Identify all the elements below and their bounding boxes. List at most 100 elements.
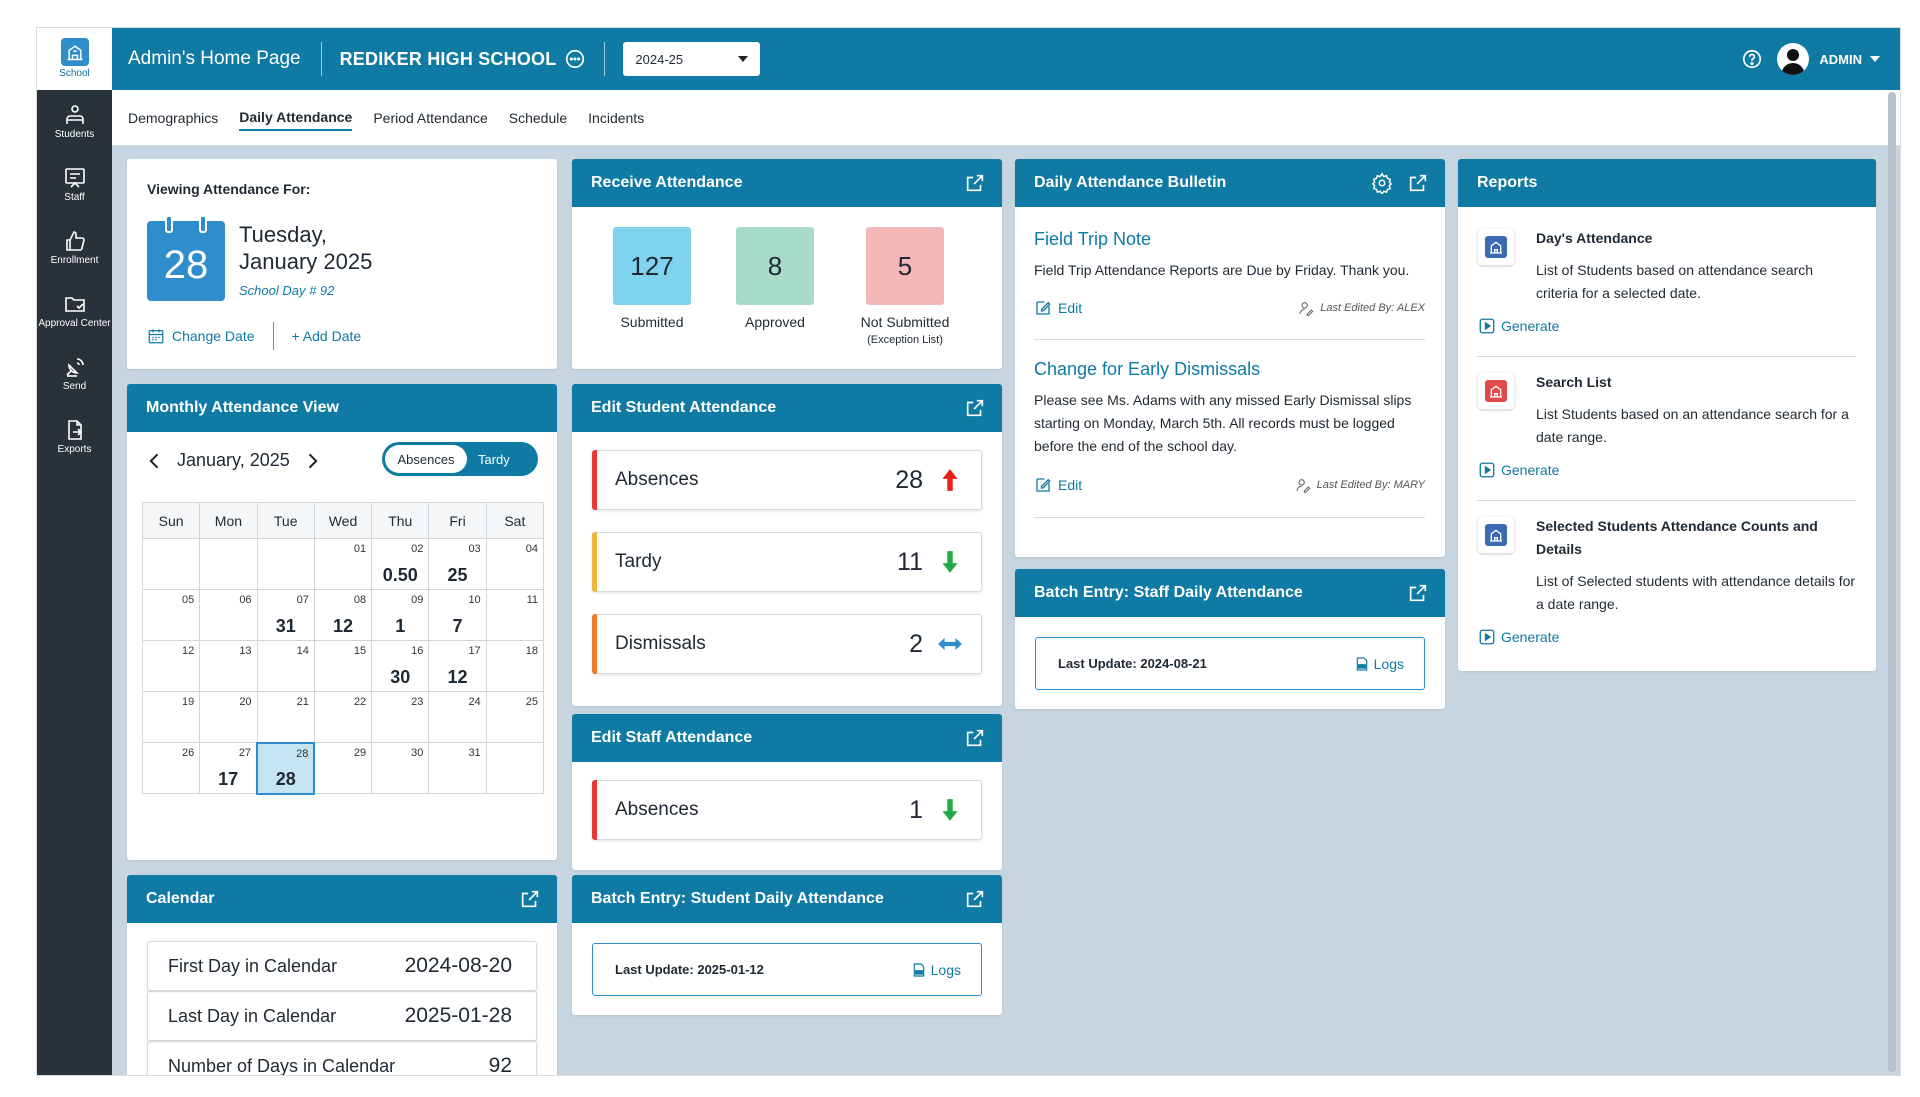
generate-button[interactable]: Generate (1478, 628, 1559, 646)
tab-incidents[interactable]: Incidents (588, 106, 644, 130)
chevron-right-icon[interactable] (302, 451, 322, 471)
chevron-down-icon (738, 56, 749, 62)
calendar-day-cell[interactable]: 21 (256, 691, 315, 743)
arrow-down-icon (942, 551, 958, 573)
user-name[interactable]: ADMIN (1819, 52, 1862, 67)
calendar-day-cell[interactable]: 31 (428, 742, 487, 794)
sidebar-item-school[interactable]: School (37, 28, 112, 90)
calendar-day-cell[interactable]: 20 (199, 691, 258, 743)
scrollbar[interactable] (1888, 92, 1896, 1072)
submitted-stat[interactable]: 127 Submitted (602, 227, 702, 330)
day-number: 03 (468, 543, 481, 555)
divider (1477, 500, 1856, 501)
calendar-day-cell[interactable]: 01 (313, 538, 373, 590)
absences-tardy-toggle[interactable]: Absences Tardy (382, 442, 538, 476)
school-icon (1490, 385, 1502, 398)
toggle-absences[interactable]: Absences (385, 445, 467, 473)
logs-link[interactable]: Logs (1354, 656, 1404, 672)
calendar-day-cell[interactable]: 07 31 (256, 589, 315, 641)
calendar-day-cell[interactable]: 08 12 (313, 589, 373, 641)
bulletin-post-title[interactable]: Field Trip Note (1034, 229, 1151, 250)
help-icon[interactable] (1741, 48, 1763, 70)
open-external-icon[interactable] (964, 727, 986, 749)
logs-link[interactable]: Logs (911, 962, 961, 978)
card-header: Calendar (127, 875, 557, 923)
calendar-day-cell[interactable]: 30 (371, 742, 430, 794)
calendar-day-cell[interactable]: 26 (141, 742, 201, 794)
card-header: Batch Entry: Student Daily Attendance (572, 875, 1002, 923)
calendar-day-cell[interactable]: 14 (256, 640, 315, 692)
calendar-day-cell[interactable]: 25 (485, 691, 545, 743)
open-external-icon[interactable] (964, 172, 986, 194)
calendar-day-cell[interactable]: 02 0.50 (371, 538, 430, 590)
calendar-day-cell[interactable]: 13 (199, 640, 258, 692)
chevron-down-icon[interactable] (1870, 56, 1880, 62)
change-date-link[interactable]: Change Date (172, 328, 255, 344)
calendar-day-cell[interactable]: 15 (313, 640, 373, 692)
calendar-day-cell[interactable]: 18 (485, 640, 545, 692)
calendar-day-cell[interactable]: 09 1 (371, 589, 430, 641)
more-options-icon[interactable] (564, 48, 586, 70)
logs-label: Logs (1373, 655, 1404, 672)
calendar-day-cell[interactable]: 22 (313, 691, 373, 743)
tab-daily-attendance[interactable]: Daily Attendance (239, 105, 353, 131)
bulletin-post-title[interactable]: Change for Early Dismissals (1034, 359, 1260, 380)
tab-schedule[interactable]: Schedule (509, 106, 567, 130)
open-external-icon[interactable] (1407, 172, 1429, 194)
calendar-week: 19 20 21 22 23 24 25 (141, 691, 545, 743)
calendar-day-cell[interactable]: 27 17 (199, 742, 258, 794)
student-dismissals-row[interactable]: Dismissals 2 (592, 614, 982, 674)
calendar-day-cell[interactable]: 06 (199, 589, 258, 641)
row-value: 2 (909, 629, 923, 658)
calendar-day-cell[interactable]: 16 30 (371, 640, 430, 692)
toggle-tardy[interactable]: Tardy (478, 452, 510, 467)
last-day-row: Last Day in Calendar 2025-01-28 (147, 991, 537, 1041)
sidebar-item-staff[interactable]: Staff (37, 153, 112, 216)
not-submitted-stat[interactable]: 5 Not Submitted (Exception List) (845, 227, 965, 346)
open-external-icon[interactable] (519, 888, 541, 910)
status-bar (592, 532, 597, 592)
calendar-day-cell[interactable]: 24 (428, 691, 487, 743)
gear-icon[interactable] (1371, 172, 1393, 194)
day-value: 30 (390, 667, 411, 687)
calendar-day-cell[interactable]: 29 (313, 742, 373, 794)
school-year-select[interactable]: 2024-25 (623, 42, 761, 76)
open-external-icon[interactable] (964, 397, 986, 419)
tab-period-attendance[interactable]: Period Attendance (373, 106, 487, 130)
sidebar-item-send[interactable]: Send (37, 342, 112, 405)
sidebar-item-exports[interactable]: Exports (37, 405, 112, 468)
chevron-left-icon[interactable] (145, 451, 165, 471)
calendar-day-cell[interactable]: 04 (485, 538, 545, 590)
add-date-link[interactable]: + Add Date (292, 328, 362, 344)
calendar-day-cell[interactable]: 23 (371, 691, 430, 743)
day-number: 16 (411, 645, 424, 657)
report-description: List of Selected students with attendanc… (1536, 573, 1856, 612)
staff-absences-row[interactable]: Absences 1 (592, 780, 982, 840)
arrow-left-right-icon (938, 638, 962, 650)
edit-link[interactable]: Edit (1058, 300, 1082, 316)
sidebar-item-students[interactable]: Students (37, 90, 112, 153)
sidebar-item-enrollment[interactable]: Enrollment (37, 216, 112, 279)
bulletin-post-text: Please see Ms. Adams with any missed Ear… (1034, 392, 1412, 454)
number-of-days-row: Number of Days in Calendar 92 (147, 1041, 537, 1075)
avatar[interactable] (1777, 43, 1810, 75)
approved-stat[interactable]: 8 Approved (725, 227, 825, 330)
generate-button[interactable]: Generate (1478, 461, 1559, 479)
calendar-day-cell[interactable]: 10 7 (428, 589, 487, 641)
generate-button[interactable]: Generate (1478, 317, 1559, 335)
calendar-day-cell[interactable]: 03 25 (428, 538, 487, 590)
open-external-icon[interactable] (1407, 582, 1429, 604)
open-external-icon[interactable] (964, 888, 986, 910)
sidebar-item-approval-center[interactable]: Approval Center (37, 279, 112, 342)
calendar-day-cell[interactable]: 12 (141, 640, 201, 692)
calendar-day-cell[interactable]: 05 (141, 589, 201, 641)
calendar-day-cell[interactable]: 11 (485, 589, 545, 641)
calendar-day-cell[interactable]: 19 (141, 691, 201, 743)
edit-link[interactable]: Edit (1058, 477, 1082, 493)
calendar-day-cell[interactable]: 28 28 (256, 741, 316, 795)
student-tardy-row[interactable]: Tardy 11 (592, 532, 982, 592)
student-absences-row[interactable]: Absences 28 (592, 450, 982, 510)
calendar-card: Calendar First Day in Calendar 2024-08-2… (127, 875, 557, 1075)
tab-demographics[interactable]: Demographics (128, 106, 218, 130)
calendar-day-cell[interactable]: 17 12 (428, 640, 487, 692)
